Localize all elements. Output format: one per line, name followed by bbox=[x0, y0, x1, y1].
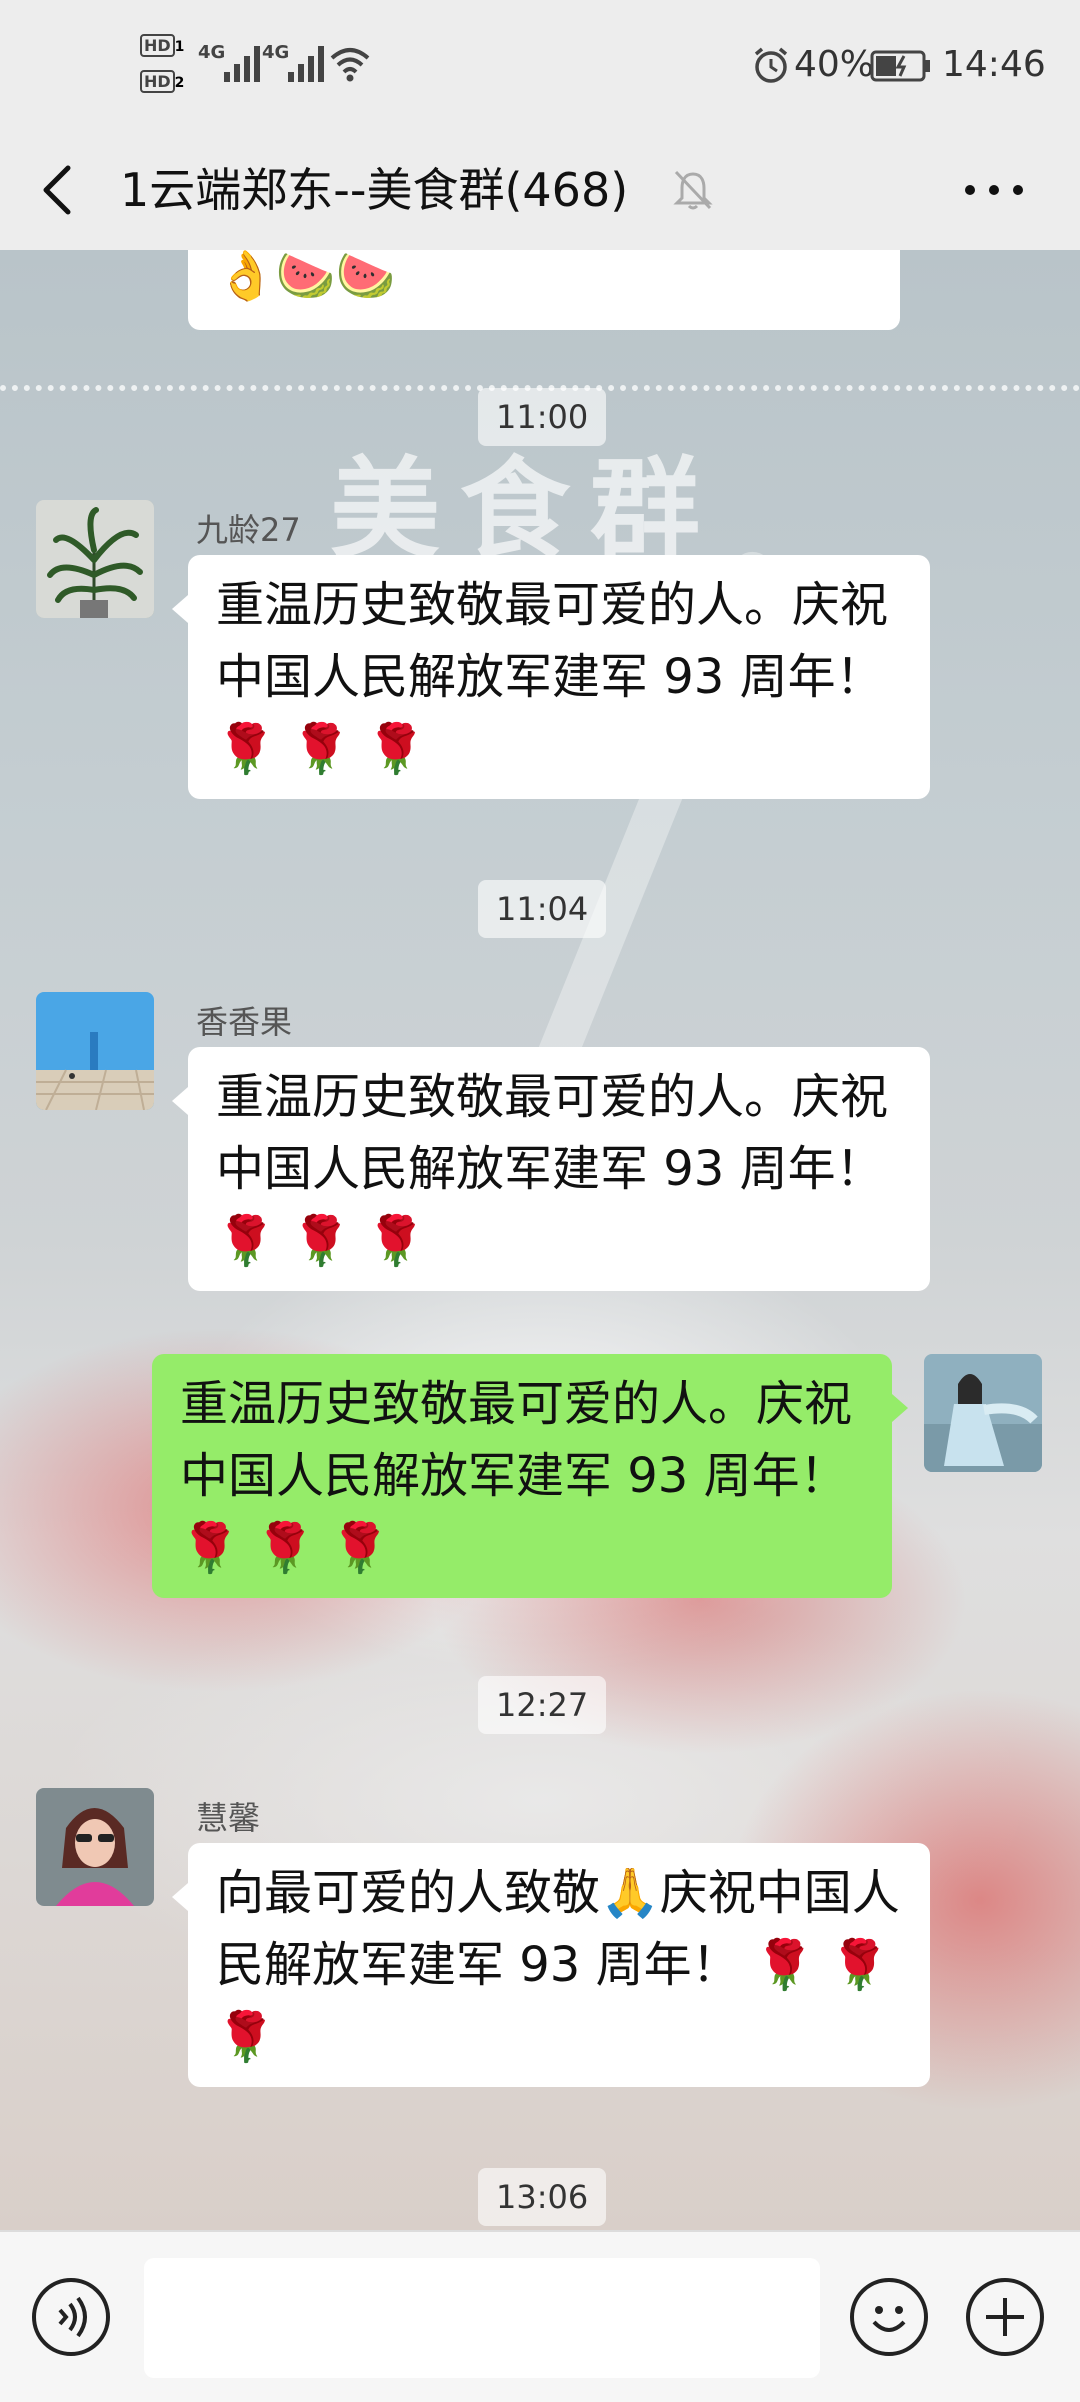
chat-title: 1云端郑东--美食群(468) bbox=[120, 163, 629, 217]
plant-image bbox=[36, 500, 154, 618]
avatar[interactable] bbox=[36, 500, 154, 618]
message-bubble[interactable]: 向最可爱的人致敬🙏庆祝中国人民解放军建军 93 周年！ 🌹 🌹 🌹 bbox=[172, 1843, 930, 2087]
costume-portrait-image bbox=[924, 1354, 1042, 1472]
timestamp: 12:27 bbox=[478, 1676, 607, 1734]
sim1-badge: HD 1 bbox=[140, 34, 184, 57]
title-bar: 1云端郑东--美食群(468) bbox=[0, 130, 1080, 250]
chat-area[interactable]: 美食群 👌🍉🍉 11:00 九龄27 重温历史致敬最可爱的人。庆祝中国人民解放军… bbox=[0, 250, 1080, 2230]
sender-name: 慧馨 bbox=[196, 1799, 261, 1837]
timestamp: 11:00 bbox=[478, 388, 607, 446]
avatar[interactable] bbox=[36, 992, 154, 1110]
timestamp: 11:04 bbox=[478, 880, 607, 938]
voice-button[interactable] bbox=[32, 2278, 110, 2356]
add-button[interactable] bbox=[966, 2278, 1044, 2356]
clock: 14:46 bbox=[942, 44, 1046, 85]
avatar-self[interactable] bbox=[924, 1354, 1042, 1472]
message-bubble-partial[interactable]: 👌🍉🍉 bbox=[188, 250, 900, 330]
back-arrow-icon[interactable] bbox=[38, 162, 78, 218]
emoji-icon bbox=[872, 2306, 906, 2332]
add-icon bbox=[986, 2298, 1024, 2336]
battery-icon bbox=[870, 50, 930, 82]
sender-name: 九龄27 bbox=[196, 511, 301, 549]
timestamp: 13:06 bbox=[478, 2168, 607, 2226]
battery-percent: 40% bbox=[794, 44, 875, 85]
sender-name: 香香果 bbox=[196, 1003, 293, 1041]
sim2-badge: HD 2 bbox=[140, 70, 184, 93]
bell-muted-icon bbox=[673, 170, 713, 210]
status-bar: HD 1 HD 2 4G 4G 40% 14:46 bbox=[0, 0, 1080, 130]
building-image bbox=[36, 992, 154, 1110]
voice-icon bbox=[58, 2296, 87, 2338]
message-bubble[interactable]: 重温历史致敬最可爱的人。庆祝中国人民解放军建军 93 周年！ 🌹 🌹 🌹 bbox=[172, 555, 930, 799]
input-bar bbox=[0, 2230, 1080, 2402]
emoji-button[interactable] bbox=[850, 2278, 928, 2356]
message-bubble-self[interactable]: 重温历史致敬最可爱的人。庆祝中国人民解放军建军 93 周年！🌹 🌹 🌹 bbox=[152, 1354, 908, 1598]
more-icon[interactable] bbox=[960, 178, 1032, 202]
avatar[interactable] bbox=[36, 1788, 154, 1906]
message-input[interactable] bbox=[144, 2258, 820, 2378]
message-bubble[interactable]: 重温历史致敬最可爱的人。庆祝中国人民解放军建军 93 周年！ 🌹 🌹 🌹 bbox=[172, 1047, 930, 1291]
wifi-icon bbox=[330, 48, 370, 82]
alarm-icon bbox=[754, 47, 788, 83]
woman-portrait-image bbox=[36, 1788, 154, 1906]
